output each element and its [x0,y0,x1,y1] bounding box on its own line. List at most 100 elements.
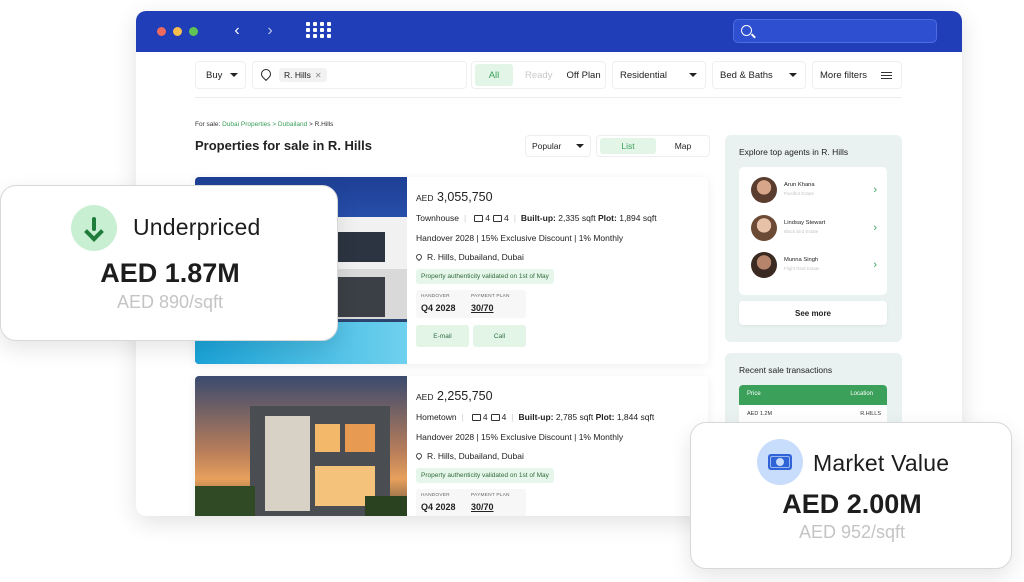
category-label: Residential [620,69,667,81]
plot-label: Plot: [597,213,617,223]
validated-badge: Property authenticity validated on 1st o… [416,269,554,284]
chevron-down-icon [576,144,584,148]
sort-label: Popular [532,141,562,151]
handover-label: HANDOVER [421,493,450,498]
cash-badge [757,439,803,485]
agent-item[interactable]: Munna Singh Flight Real Estate › [751,252,877,280]
underpriced-per-sqft: AED 890/sqft [116,292,224,312]
email-button[interactable]: E-mail [416,325,469,347]
see-more-button[interactable]: See more [739,301,887,325]
agents-title: Explore top agents in R. Hills [739,147,849,157]
breadcrumb: For sale: Dubai Properties > Dubailand >… [195,121,333,128]
bath-icon [492,215,502,222]
status-offplan[interactable]: Off Plan [566,70,600,81]
status-all[interactable]: All [475,64,513,86]
map-view-tab[interactable]: Map [659,138,707,154]
col-price: Price [747,391,761,397]
page-title: Properties for sale in R. Hills [195,138,372,153]
listing-info: AED 3,055,750 Townhouse | 4 4 | Built-up: 2,3… [414,177,708,364]
location-search[interactable]: R. Hills ✕ [252,61,467,89]
price-amount: 2,255,750 [436,389,493,403]
sort-dropdown[interactable]: Popular [525,135,591,157]
handover-line: Handover 2028 | 15% Exclusive Discount |… [416,432,624,442]
category-dropdown[interactable]: Residential [612,61,706,89]
buy-dropdown-label: Buy [206,69,223,81]
agent-item[interactable]: Arun Khana Pixelbot Estate › [751,177,877,205]
listing-meta: HANDOVER Q4 2028 PAYMENT PLAN 30/70 [416,489,526,516]
payment-plan-label: PAYMENT PLAN [471,493,510,498]
handover-value: Q4 2028 [421,502,456,512]
location-chip-label: R. Hills [284,70,311,80]
chevron-down-icon [230,73,239,77]
agents-list: Arun Khana Pixelbot Estate › Lindsay Ste… [739,167,887,295]
breadcrumb-prefix: For sale: [195,121,221,128]
more-filters-button[interactable]: More filters [812,61,902,89]
payment-plan-value[interactable]: 30/70 [471,303,510,313]
currency: AED [416,392,434,402]
forward-icon[interactable]: › [260,20,280,42]
remove-chip-icon[interactable]: ✕ [315,71,322,80]
status-segment: All Ready Off Plan [471,61,606,89]
listing-specs: Hometown | 4 4 | Built-up: 2,785 sqft Plot: 1… [416,412,655,422]
price-amount: 3,055,750 [436,190,493,204]
builtup-label: Built-up: [520,213,556,223]
chevron-right-icon[interactable]: › [873,222,877,234]
property-photo[interactable] [195,376,407,516]
baths-count: 4 [501,412,507,422]
row-price: AED 1.2M [747,411,773,417]
payment-plan-value[interactable]: 30/70 [471,502,510,512]
plot-label: Plot: [595,412,615,422]
builtup-value: 2,335 sqft [558,213,596,223]
handover-line: Handover 2028 | 15% Exclusive Discount |… [416,233,624,243]
agent-name: Munna Singh [784,257,819,263]
chevron-right-icon[interactable]: › [873,184,877,196]
listing-address: R. Hills, Dubailand, Dubai [414,252,524,262]
row-location: R.HILLS [860,411,881,417]
minimize-window-button[interactable] [173,27,182,36]
list-view-tab[interactable]: List [600,138,656,154]
apps-grid-icon[interactable] [306,22,331,40]
down-arrow-badge [71,205,117,251]
chevron-right-icon[interactable]: › [873,259,877,271]
table-header: Price Location [739,385,887,405]
bath-icon [490,414,500,421]
buy-dropdown[interactable]: Buy [195,61,246,89]
close-window-button[interactable] [157,27,166,36]
maximize-window-button[interactable] [189,27,198,36]
bed-icon [471,414,481,421]
beds-count: 4 [485,213,490,223]
plot-value: 1,844 sqft [616,412,655,422]
listing-price: AED 2,255,750 [416,389,493,403]
handover-label: HANDOVER [421,294,450,299]
transactions-title: Recent sale transactions [739,365,833,375]
builtup-label: Built-up: [518,412,554,422]
filter-sliders-icon [880,71,892,80]
back-icon[interactable]: ‹ [227,20,247,42]
agents-panel: Explore top agents in R. Hills Arun Khan… [725,135,902,342]
agent-agency: Flight Real Estate [784,266,820,271]
beds-count: 4 [482,412,488,422]
builtup-value: 2,785 sqft [555,412,594,422]
avatar [751,177,777,203]
beds-baths-label: Bed & Baths [720,69,773,81]
address-bar[interactable] [733,19,937,43]
property-type: Hometown [416,412,457,422]
breadcrumb-link[interactable]: Dubai Properties > Dubailand [222,121,307,128]
listing-card[interactable]: AED 2,255,750 Hometown | 4 4 | Built-up: 2,78… [195,376,708,516]
agent-item[interactable]: Lindsay Stewart Black Bird Estate › [751,215,877,243]
agent-agency: Pixelbot Estate [784,191,815,196]
chevron-down-icon [689,73,697,77]
market-value-amount: AED 2.00M [782,489,922,519]
call-button[interactable]: Call [473,325,526,347]
plot-value: 1,894 sqft [619,213,657,223]
location-chip[interactable]: R. Hills ✕ [279,68,327,82]
location-pin-icon [414,451,424,461]
down-arrow-icon [84,217,104,239]
divider [195,97,902,98]
validated-badge: Property authenticity validated on 1st o… [416,468,554,483]
status-ready[interactable]: Ready [525,70,552,81]
beds-baths-dropdown[interactable]: Bed & Baths [712,61,806,89]
underpriced-card: Underpriced AED 1.87M AED 890/sqft [0,185,338,341]
listing-info: AED 2,255,750 Hometown | 4 4 | Built-up: 2,78… [414,376,708,516]
address-text: R. Hills, Dubailand, Dubai [427,252,524,262]
